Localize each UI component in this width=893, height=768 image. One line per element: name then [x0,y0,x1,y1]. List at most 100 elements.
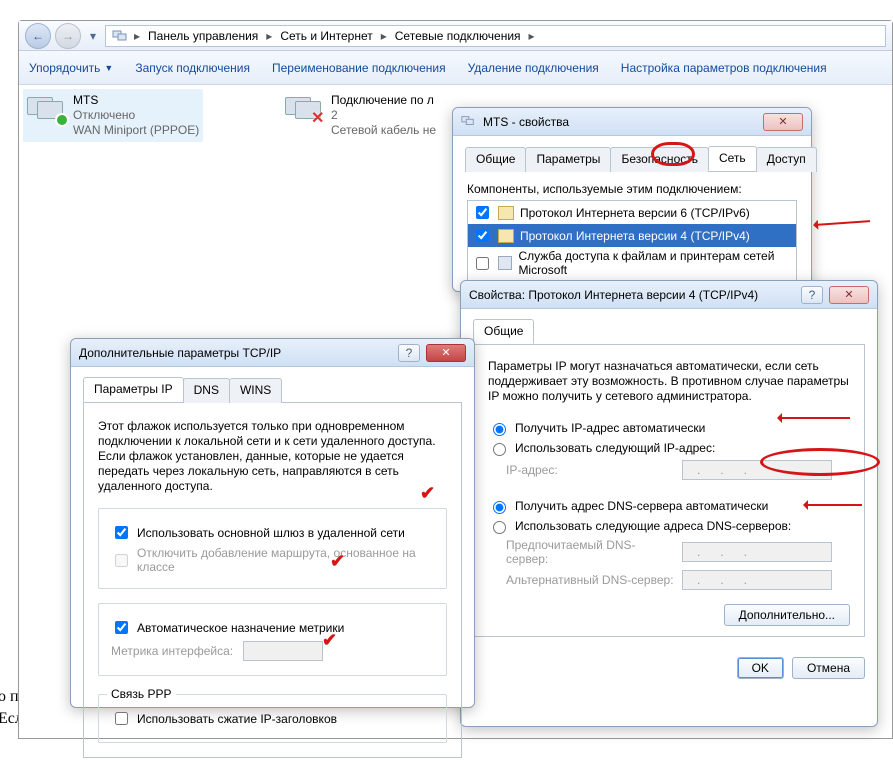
component-checkbox[interactable] [476,229,489,242]
nav-back-button[interactable]: ← [25,23,51,49]
tab-wins[interactable]: WINS [229,378,282,403]
auto-metric-label: Автоматическое назначение метрики [137,621,344,635]
breadcrumb-chevron-icon: ▸ [132,29,142,43]
tabstrip: Общие Параметры Безопасность Сеть Доступ [465,146,799,172]
component-label: Протокол Интернета версии 4 (TCP/IPv4) [520,229,750,243]
ip-manual-radio[interactable] [493,443,506,456]
use-gateway-label: Использовать основной шлюз в удаленной с… [137,526,405,540]
intro-text: Этот флажок используется только при одно… [98,419,447,494]
metric-label: Метрика интерфейса: [111,644,233,658]
nav-history-chevron-icon[interactable]: ▾ [85,23,101,49]
connection-item-lan[interactable]: ✕ Подключение по л 2 Сетевой кабель не [281,89,440,142]
titlebar[interactable]: Дополнительные параметры TCP/IP ? ✕ [71,339,474,367]
ip-auto-label: Получить IP-адрес автоматически [515,421,705,435]
dns-pref-label: Предпочитаемый DNS-сервер: [506,538,676,566]
ip-manual-radio-row[interactable]: Использовать следующий IP-адрес: [488,440,850,456]
status-ok-icon [55,113,69,127]
connection-status: Отключено [73,108,199,123]
metric-input [243,641,323,661]
dialog-title: Свойства: Протокол Интернета версии 4 (T… [469,288,758,302]
auto-metric-checkbox[interactable] [115,621,128,634]
connection-device: WAN Miniport (PPPOE) [73,123,199,138]
auto-metric-row[interactable]: Автоматическое назначение метрики [111,618,434,637]
close-button[interactable]: ✕ [426,344,466,362]
compress-hdr-checkbox[interactable] [115,712,128,725]
component-ipv6[interactable]: Протокол Интернета версии 6 (TCP/IPv6) [468,201,796,224]
tab-parameters[interactable]: Параметры [525,147,611,172]
dns-auto-label: Получить адрес DNS-сервера автоматически [515,499,768,513]
dialog-title: MTS - свойства [483,115,569,129]
tabstrip: Параметры IP DNS WINS [83,377,462,403]
component-label: Служба доступа к файлам и принтерам сете… [518,249,792,277]
tab-security[interactable]: Безопасность [610,147,709,172]
component-checkbox[interactable] [476,206,489,219]
start-connection-button[interactable]: Запуск подключения [135,61,250,75]
component-label: Протокол Интернета версии 6 (TCP/IPv6) [520,206,750,220]
use-gateway-checkbox[interactable] [115,526,128,539]
titlebar[interactable]: Свойства: Протокол Интернета версии 4 (T… [461,281,877,309]
disable-route-label: Отключить добавление маршрута, основанно… [137,546,434,574]
advanced-tcpip-dialog: Дополнительные параметры TCP/IP ? ✕ Пара… [70,338,475,708]
connection-icon: ✕ [285,93,325,125]
close-button[interactable]: ✕ [829,286,869,304]
organize-menu[interactable]: Упорядочить▼ [29,61,113,75]
connection-line2: 2 [331,108,436,123]
dns-pref-input [682,542,832,562]
dns-auto-radio[interactable] [493,501,506,514]
ip-address-label: IP-адрес: [506,463,676,477]
compress-hdr-row[interactable]: Использовать сжатие IP-заголовков [111,709,434,728]
breadcrumb-chevron-icon: ▸ [379,29,389,43]
breadcrumb[interactable]: Сетевые подключения [393,29,523,43]
nav-forward-button[interactable]: → [55,23,81,49]
connection-item-mts[interactable]: MTS Отключено WAN Miniport (PPPOE) [23,89,203,142]
explorer-toolbar: Упорядочить▼ Запуск подключения Переимен… [19,51,892,85]
dns-manual-radio-row[interactable]: Использовать следующие адреса DNS-сервер… [488,518,850,534]
dns-alt-label: Альтернативный DNS-сервер: [506,573,676,587]
tab-ip-params[interactable]: Параметры IP [83,377,184,402]
ok-button[interactable]: OK [737,657,784,679]
disable-route-checkbox [115,554,128,567]
ppp-group-label: Связь PPP [107,687,176,701]
ip-auto-radio[interactable] [493,423,506,436]
ip-manual-label: Использовать следующий IP-адрес: [515,441,715,455]
protocol-icon [498,229,514,243]
cancel-button[interactable]: Отмена [792,657,865,679]
tab-general[interactable]: Общие [473,319,534,344]
dialog-title: Дополнительные параметры TCP/IP [79,346,281,360]
mts-properties-dialog: MTS - свойства ✕ Общие Параметры Безопас… [452,107,812,292]
help-button[interactable]: ? [398,344,420,362]
dns-manual-radio[interactable] [493,521,506,534]
organize-label: Упорядочить [29,61,100,75]
connection-settings-button[interactable]: Настройка параметров подключения [621,61,827,75]
tabstrip: Общие [473,319,865,345]
use-gateway-row[interactable]: Использовать основной шлюз в удаленной с… [111,523,434,542]
dns-alt-input [682,570,832,590]
rename-connection-button[interactable]: Переименование подключения [272,61,446,75]
address-bar: ← → ▾ ▸ Панель управления ▸ Сеть и Интер… [19,21,892,51]
breadcrumb[interactable]: Панель управления [146,29,260,43]
tab-access[interactable]: Доступ [756,147,817,172]
breadcrumb-chevron-icon: ▸ [264,29,274,43]
compress-hdr-label: Использовать сжатие IP-заголовков [137,712,337,726]
close-button[interactable]: ✕ [763,113,803,131]
component-checkbox[interactable] [476,257,489,270]
connection-icon [27,93,67,125]
breadcrumb[interactable]: Сеть и Интернет [278,29,374,43]
titlebar[interactable]: MTS - свойства ✕ [453,108,811,136]
tab-general[interactable]: Общие [465,147,526,172]
address-field[interactable]: ▸ Панель управления ▸ Сеть и Интернет ▸ … [105,25,886,47]
dns-manual-label: Использовать следующие адреса DNS-сервер… [515,519,791,533]
tab-dns[interactable]: DNS [183,378,230,403]
ip-auto-radio-row[interactable]: Получить IP-адрес автоматически [488,420,850,436]
component-file-print[interactable]: Служба доступа к файлам и принтерам сете… [468,247,796,279]
components-label: Компоненты, используемые этим подключени… [467,182,797,196]
delete-connection-button[interactable]: Удаление подключения [468,61,599,75]
component-ipv4[interactable]: Протокол Интернета версии 4 (TCP/IPv4) [468,224,796,247]
dns-auto-radio-row[interactable]: Получить адрес DNS-сервера автоматически [488,498,850,514]
intro-text: Параметры IP могут назначаться автоматич… [488,359,850,404]
disable-route-row: Отключить добавление маршрута, основанно… [111,546,434,574]
advanced-button[interactable]: Дополнительно... [724,604,850,626]
tab-network[interactable]: Сеть [708,146,757,171]
connection-status: Сетевой кабель не [331,123,436,138]
help-button[interactable]: ? [801,286,823,304]
